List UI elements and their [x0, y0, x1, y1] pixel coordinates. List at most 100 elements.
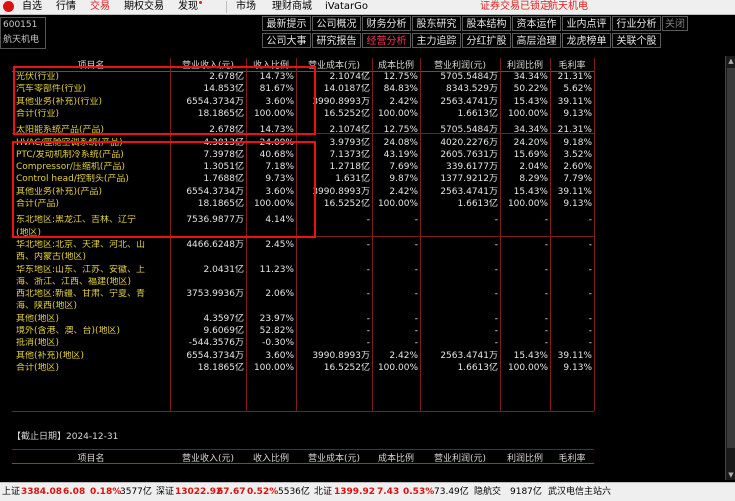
menu-item-trade[interactable]: 交易 — [90, 1, 110, 13]
nav-governance[interactable]: 高层治理 — [512, 33, 561, 48]
server-site[interactable]: 武汉电信主站六 — [548, 485, 611, 499]
table-row[interactable]: 境外(含港、澳、台)(地区) 9.6069亿 52.82% - - - - - — [12, 326, 594, 338]
cell-profit-ratio: 15.43% — [513, 186, 548, 197]
sz-label[interactable]: 深证 — [156, 485, 174, 499]
sh-pct: 0.18% — [90, 487, 122, 497]
table-row[interactable]: 华北地区:北京、天津、河北、山 4466.6248万 2.45% - - - - - — [12, 240, 594, 252]
cell-profit: - — [494, 313, 498, 324]
menu-item-options-trade[interactable]: 期权交易 — [124, 1, 164, 13]
nav-company-overview[interactable]: 公司概况 — [312, 16, 361, 31]
cell-profit-ratio: - — [544, 239, 548, 250]
cell-profit: - — [494, 215, 498, 226]
menu-item-discover[interactable]: 发现 — [178, 1, 202, 13]
nav-operations-analysis[interactable]: 经营分析 — [362, 33, 411, 48]
nav-main-force-tracking[interactable]: 主力追踪 — [412, 33, 461, 48]
menu-item-wealth-mall[interactable]: 理财商城 — [272, 1, 312, 13]
menu-stock-name: 航天机电 — [548, 1, 588, 12]
cell-cost-ratio: 2.42% — [389, 186, 418, 197]
cell-profit: 4020.2276万 — [440, 137, 498, 148]
nav-dragon-tiger-list[interactable]: 龙虎榜单 — [562, 33, 611, 48]
cell-item-name: 西、内蒙古(地区) — [16, 252, 87, 263]
nav-close-button[interactable]: 关闭 — [662, 16, 688, 31]
cell-gross-margin: - — [588, 215, 592, 226]
cell-cost-ratio: 12.75% — [383, 72, 418, 82]
table-row[interactable]: 西、内蒙古(地区) — [12, 252, 594, 264]
cell-cost-ratio: 100.00% — [377, 199, 418, 209]
cell-revenue: -544.3576万 — [188, 338, 244, 349]
cell-gross-margin: 39.11% — [557, 96, 592, 107]
table-row[interactable]: 海、陕西(地区) — [12, 301, 594, 313]
cell-profit-ratio: 15.43% — [513, 350, 548, 361]
nav-latest-tips[interactable]: 最新提示 — [262, 16, 311, 31]
menu-item-favorites[interactable]: 自选 — [22, 1, 42, 13]
nav-capital-operation[interactable]: 资本运作 — [512, 16, 561, 31]
header2-revenue: 营业收入(元) — [181, 454, 235, 464]
nav-dividends[interactable]: 分红扩股 — [462, 33, 511, 48]
cell-gross-margin: 9.13% — [563, 199, 592, 209]
table-row[interactable]: 西北地区:新疆、甘肃、宁夏、青 3753.9936万 2.06% - - - - - — [12, 289, 594, 301]
quote-volume: 9187亿 — [510, 487, 542, 497]
cell-profit-ratio: 100.00% — [507, 108, 548, 119]
nav-major-events[interactable]: 公司大事 — [262, 33, 311, 48]
nav-shareholder-research[interactable]: 股东研究 — [412, 16, 461, 31]
bz-label[interactable]: 北证 — [314, 485, 332, 499]
nav-industry-comments[interactable]: 业内点评 — [562, 16, 611, 31]
bz-value: 1399.92 — [334, 487, 375, 497]
cell-gross-margin: - — [588, 338, 592, 349]
menu-item-discover-label: 发现 — [178, 1, 198, 12]
cell-item-name: 其他(补充)(地区) — [16, 350, 85, 361]
cell-profit-ratio: 34.34% — [513, 72, 548, 82]
cell-revenue-ratio: -0.30% — [262, 338, 294, 349]
vertical-scrollbar[interactable]: ▲ ▼ — [725, 56, 735, 480]
nav-industry-analysis[interactable]: 行业分析 — [612, 16, 661, 31]
sh-label[interactable]: 上证 — [2, 485, 20, 499]
cell-profit: 2605.7631万 — [440, 149, 498, 160]
cell-item-name: 华东地区:山东、江苏、安徽、上 — [16, 264, 146, 275]
cell-cost: - — [366, 239, 370, 250]
cell-item-name: 海、陕西(地区) — [16, 301, 78, 312]
table-row[interactable]: 华东地区:山东、江苏、安徽、上 2.0431亿 11.23% - - - - - — [12, 265, 594, 277]
cell-profit-ratio: - — [544, 313, 548, 324]
cell-cost-ratio: 12.75% — [383, 125, 418, 136]
scroll-up-icon[interactable]: ▲ — [727, 57, 735, 65]
cell-gross-margin: 39.11% — [557, 350, 592, 361]
table-row[interactable]: 抵消(地区) -544.3576万 -0.30% - - - - - — [12, 338, 594, 350]
cell-cost-ratio: 24.08% — [383, 137, 418, 148]
cell-cost: - — [366, 338, 370, 349]
scroll-down-icon[interactable]: ▼ — [727, 471, 735, 479]
sh-change: 6.08 — [63, 487, 86, 497]
cell-profit-ratio: 100.00% — [507, 199, 548, 209]
table-row[interactable]: 海、浙江、江西、福建(地区) — [12, 277, 594, 289]
nav-research-reports[interactable]: 研究报告 — [312, 33, 361, 48]
cell-profit-ratio: 15.43% — [513, 96, 548, 107]
cell-cost-ratio: 7.69% — [389, 162, 418, 173]
cell-profit: - — [494, 326, 498, 336]
cell-item-name: 境外(含港、澳、台)(地区) — [16, 326, 121, 336]
table-row[interactable]: 合计(地区) 18.1865亿 100.00% 16.5252亿 100.00% 1.66… — [12, 363, 594, 375]
nav-related-stocks[interactable]: 关联个股 — [612, 33, 661, 48]
nav-equity-structure[interactable]: 股本结构 — [462, 16, 511, 31]
cell-cost: 16.5252亿 — [323, 362, 370, 373]
trade-lock-notice[interactable]: 证券交易已锁定 — [480, 1, 550, 13]
cell-gross-margin: 2.60% — [563, 162, 592, 173]
quote-label[interactable]: 隐航交 — [474, 485, 501, 499]
cell-cost-ratio: 100.00% — [377, 362, 418, 373]
table-row[interactable]: 其他(地区) 4.3597亿 23.97% - - - - - — [12, 314, 594, 326]
menu-item-quotes[interactable]: 行情 — [56, 1, 76, 13]
scroll-thumb[interactable] — [727, 68, 735, 448]
menu-item-ivatargo[interactable]: iVatarGo — [325, 1, 368, 13]
sz-change: 67.67 — [217, 487, 246, 497]
stock-code-box[interactable]: 600151 航天机电 — [0, 17, 46, 49]
cell-gross-margin: 21.31% — [557, 72, 592, 82]
cell-profit: 1.6613亿 — [457, 199, 499, 209]
header2-gross-margin: 毛利率 — [558, 454, 586, 464]
cell-item-name: 海、浙江、江西、福建(地区) — [16, 276, 132, 287]
cell-revenue: 3753.9936万 — [186, 289, 244, 300]
cell-cost-ratio: - — [414, 215, 418, 226]
table-row[interactable]: 其他(补充)(地区) 6554.3734万 3.60% 3990.8993万 2.42%… — [12, 351, 594, 363]
cell-cost-ratio: - — [414, 264, 418, 275]
nav-financial-analysis[interactable]: 财务分析 — [362, 16, 411, 31]
menu-item-market[interactable]: 市场 — [236, 1, 256, 13]
app-logo-icon[interactable] — [3, 1, 14, 12]
cell-profit: 5705.5484万 — [440, 72, 498, 82]
